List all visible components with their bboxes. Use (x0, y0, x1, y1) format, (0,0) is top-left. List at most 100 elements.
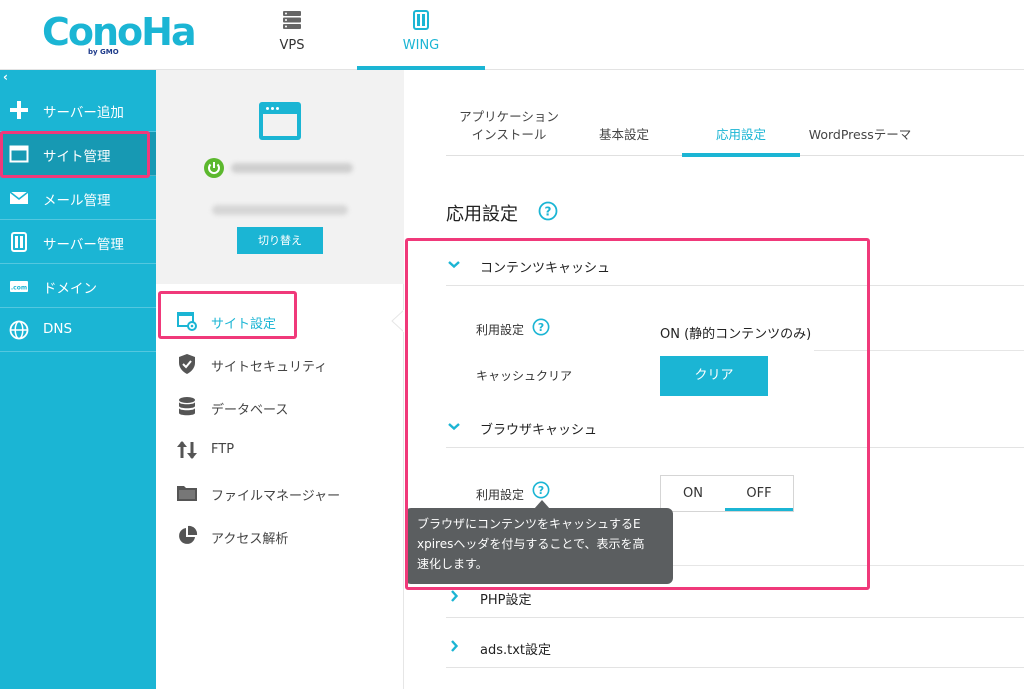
content-cache-usage-value: ON (静的コンテンツのみ) (660, 327, 812, 342)
power-status-icon (204, 158, 224, 178)
help-icon[interactable]: ? (532, 481, 550, 499)
site-settings-icon (177, 312, 197, 331)
tab-app-install[interactable]: アプリケーション インストール (446, 100, 572, 156)
help-icon[interactable]: ? (532, 318, 550, 336)
menu-item-label: サイト設定 (211, 317, 277, 332)
cache-clear-label: キャッシュクリア (476, 369, 573, 383)
menu-item-site-security[interactable]: サイトセキュリティ (156, 343, 404, 385)
accordion-ads-txt-settings[interactable]: ads.txt設定 (446, 628, 1024, 668)
site-panel: 切り替え サイト設定 サイトセキュリティ データベース FTP ファイルマネージ… (156, 70, 404, 689)
chevron-right-icon (451, 640, 459, 652)
svg-text:?: ? (538, 484, 544, 497)
plus-icon (10, 101, 28, 119)
sidebar-item-mail-management[interactable]: メール管理 (0, 176, 156, 220)
conoha-logo[interactable]: ConoHa by GMO (42, 10, 197, 58)
menu-item-file-manager[interactable]: ファイルマネージャー (156, 472, 404, 514)
browser-window-icon (9, 145, 29, 163)
settings-tabs: アプリケーション インストール 基本設定 応用設定 WordPressテーマ (446, 100, 1024, 157)
svg-text:?: ? (538, 321, 544, 334)
globe-icon (9, 320, 29, 340)
menu-item-label: データベース (211, 403, 289, 418)
menu-item-site-settings[interactable]: サイト設定 (156, 300, 404, 342)
browser-cache-tooltip: ブラウザにコンテンツをキャッシュするE xpiresヘッダを付与することで、表示… (405, 508, 673, 584)
nav-label-wing: WING (402, 38, 440, 53)
tab-label-line2: インストール (471, 127, 547, 142)
sidebar-item-add-server[interactable]: サーバー追加 (0, 88, 156, 132)
toggle-off-option[interactable]: OFF (725, 476, 793, 511)
sidebar-item-site-management[interactable]: サイト管理 (0, 132, 156, 176)
menu-item-label: サイトセキュリティ (211, 360, 328, 375)
switch-site-button[interactable]: 切り替え (237, 227, 323, 254)
tab-active-underline (682, 153, 800, 157)
accordion-title: ads.txt設定 (480, 643, 552, 658)
tooltip-line: ブラウザにコンテンツをキャッシュするE (417, 517, 641, 531)
mail-icon (9, 191, 29, 204)
sidebar-item-label: DNS (43, 321, 73, 337)
nav-tab-vps[interactable]: VPS (228, 0, 356, 70)
nav-label-vps: VPS (279, 38, 305, 53)
tab-label-line1: アプリケーション (459, 109, 559, 124)
blurred-domain (231, 163, 353, 173)
tab-label: WordPressテーマ (808, 127, 912, 142)
sidebar-item-server-management[interactable]: サーバー管理 (0, 220, 156, 264)
sidebar-item-domain[interactable]: .com ドメイン (0, 264, 156, 308)
menu-item-label: ファイルマネージャー (211, 489, 341, 504)
accordion-content-cache[interactable]: コンテンツキャッシュ (446, 246, 1024, 286)
collapse-sidebar-icon[interactable]: ‹ (3, 70, 8, 84)
ftp-arrows-icon (177, 441, 197, 459)
menu-item-ftp[interactable]: FTP (156, 429, 404, 471)
server-icon (283, 11, 301, 29)
server-manage-icon (11, 232, 27, 252)
nav-tab-wing[interactable]: WING (357, 0, 485, 70)
chevron-right-icon (451, 590, 459, 602)
toggle-on-option[interactable]: ON (661, 476, 725, 511)
accordion-browser-cache[interactable]: ブラウザキャッシュ (446, 408, 1024, 448)
menu-item-label: FTP (211, 442, 235, 457)
tooltip-line: xpiresヘッダを付与することで、表示を高 (417, 537, 645, 551)
sidebar: ‹ サーバー追加 サイト管理 メール管理 サーバー管理 .com ドメイン DN… (0, 70, 156, 689)
toggle-selected-indicator (725, 508, 793, 511)
chevron-down-icon (448, 423, 460, 431)
site-summary: 切り替え (156, 70, 404, 284)
site-browser-icon (259, 102, 301, 140)
svg-text:?: ? (545, 205, 552, 219)
accordion-title: ブラウザキャッシュ (480, 423, 598, 438)
divider (814, 350, 1024, 351)
domain-icon: .com (10, 281, 28, 292)
tab-label: 応用設定 (715, 127, 766, 142)
blurred-url (212, 205, 348, 215)
tab-advanced-settings[interactable]: 応用設定 (682, 100, 800, 157)
logo-sub: by GMO (88, 48, 119, 56)
sidebar-item-label: メール管理 (43, 193, 111, 209)
server-wing-icon (413, 10, 429, 30)
main-panel: アプリケーション インストール 基本設定 応用設定 WordPressテーマ 応… (404, 70, 1024, 689)
chevron-down-icon (448, 261, 460, 269)
database-icon (179, 397, 195, 416)
tab-label: 基本設定 (598, 127, 649, 142)
menu-item-access-analytics[interactable]: アクセス解析 (156, 515, 404, 557)
menu-item-label: アクセス解析 (211, 532, 289, 547)
sidebar-item-label: サーバー追加 (43, 105, 124, 121)
accordion-php-settings[interactable]: PHP設定 (446, 578, 1024, 618)
tab-wordpress-theme[interactable]: WordPressテーマ (800, 100, 920, 156)
content-cache-usage-label: 利用設定 (476, 323, 525, 337)
browser-cache-usage-label: 利用設定 (476, 488, 525, 502)
page-title: 応用設定 (446, 204, 518, 225)
shield-icon (179, 354, 195, 374)
active-menu-pointer (391, 310, 404, 332)
tab-basic-settings[interactable]: 基本設定 (580, 100, 668, 156)
accordion-title: コンテンツキャッシュ (480, 261, 611, 276)
tooltip-line: 速化します。 (417, 557, 488, 571)
pie-chart-icon (179, 525, 198, 544)
sidebar-item-label: サーバー管理 (43, 237, 124, 253)
sidebar-item-label: ドメイン (43, 281, 97, 297)
top-header: ConoHa by GMO VPS WING (0, 0, 1024, 70)
help-icon[interactable]: ? (538, 201, 558, 221)
cache-clear-button[interactable]: クリア (660, 356, 768, 396)
sidebar-item-dns[interactable]: DNS (0, 308, 156, 352)
svg-text:.com: .com (11, 285, 27, 292)
accordion-title: PHP設定 (480, 593, 532, 608)
menu-item-database[interactable]: データベース (156, 386, 404, 428)
sidebar-item-label: サイト管理 (43, 149, 111, 165)
browser-cache-toggle[interactable]: ON OFF (660, 475, 794, 512)
